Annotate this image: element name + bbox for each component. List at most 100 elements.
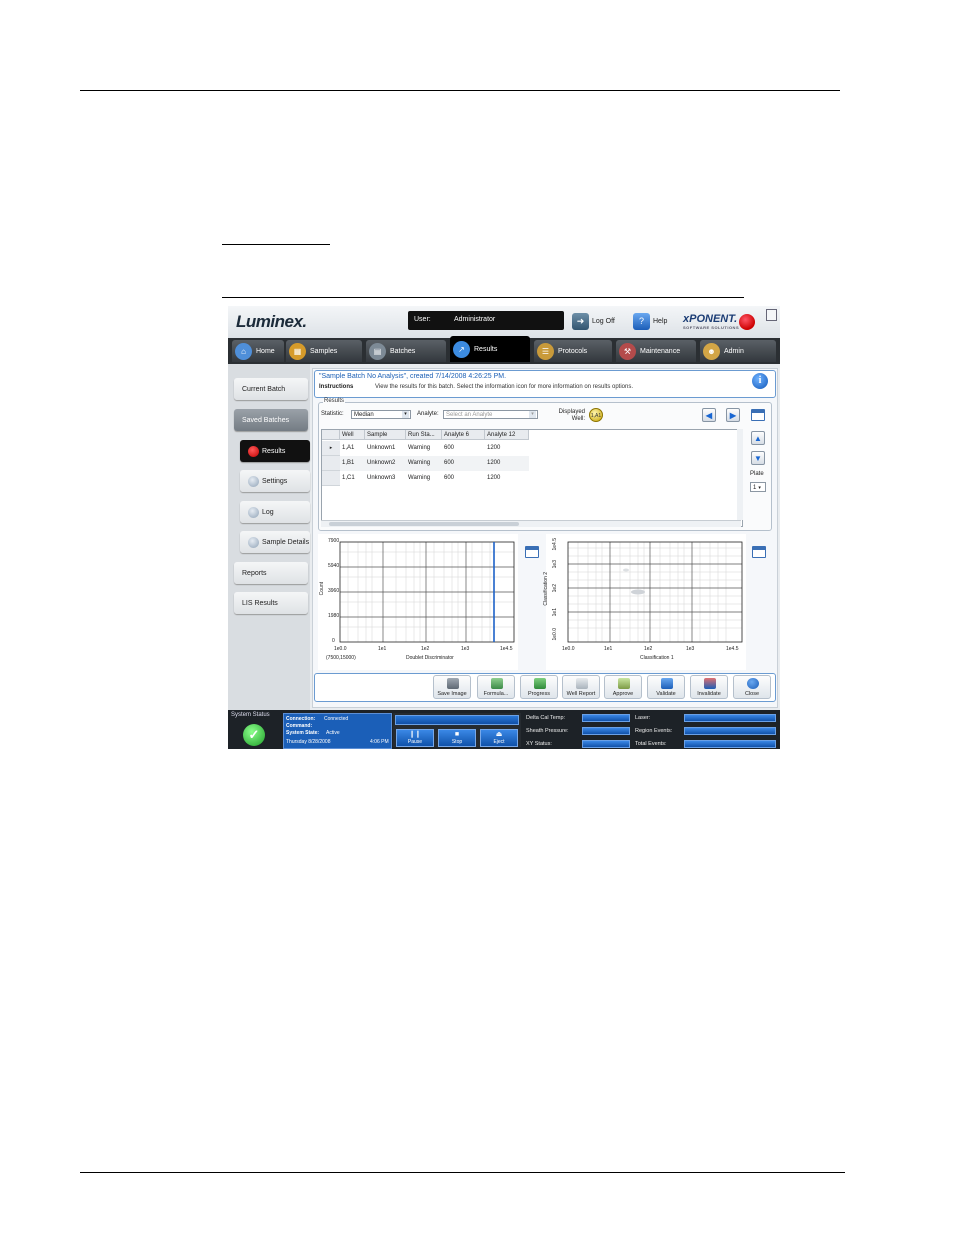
batch-title: "Sample Batch No Analysis", created 7/14…: [319, 373, 507, 380]
cell-analyte-6: 600: [444, 445, 455, 451]
formula-button[interactable]: Formula...: [477, 675, 515, 699]
column-header-analyte-6[interactable]: Analyte 6: [442, 430, 485, 440]
system-state-label: System State:: [286, 730, 320, 736]
arrow-left-icon: ◀: [705, 410, 713, 420]
sidebar-item-saved-batches[interactable]: Saved Batches: [234, 409, 308, 431]
invalidate-icon: [704, 678, 716, 689]
tab-batches[interactable]: ▤ Batches: [366, 340, 446, 362]
tab-samples[interactable]: ▦ Samples: [286, 340, 362, 362]
region-events-bar: [684, 727, 776, 735]
chevron-down-icon: ▾: [758, 485, 761, 491]
sidebar-item-results[interactable]: Results: [240, 440, 310, 462]
validate-button[interactable]: Validate: [647, 675, 685, 699]
date-text: Thursday 8/28/2008: [286, 739, 331, 745]
row-selector[interactable]: [322, 471, 340, 486]
y-tick-label: 1e1: [552, 608, 558, 617]
y-tick-label: 0: [332, 638, 335, 644]
status-bar: System Status ✓ Connection: Connected Co…: [228, 710, 780, 749]
help-label: Help: [653, 317, 668, 325]
grid-vertical-scrollbar[interactable]: [737, 429, 743, 520]
maximize-histogram-button[interactable]: [525, 546, 539, 558]
classification-dot-plot[interactable]: 1e4.5 1e3 1e2 Classification 2 1e1 1e0.0…: [543, 534, 746, 670]
sidebar-item-current-batch[interactable]: Current Batch: [234, 378, 308, 400]
cell-run-status: Warning: [408, 475, 431, 481]
footer-rule: [80, 1172, 845, 1173]
next-well-button[interactable]: ▶: [726, 408, 740, 422]
sidebar-item-reports[interactable]: Reports: [234, 562, 308, 584]
column-header-sample[interactable]: Sample: [365, 430, 406, 440]
tab-home[interactable]: ⌂ Home: [232, 340, 284, 362]
close-icon: [747, 678, 759, 689]
x-axis-title: Classification 1: [640, 655, 674, 661]
x-tick-label: 1e3: [461, 646, 470, 652]
maximize-grid-button[interactable]: [751, 409, 765, 421]
x-tick-label: 1e0.0: [334, 646, 347, 652]
sidebar-item-lis-results[interactable]: LIS Results: [234, 592, 308, 614]
tab-home-label: Home: [256, 347, 275, 355]
y-axis-title: Count: [319, 582, 325, 596]
tool-label: Invalidate: [697, 691, 721, 697]
statistic-value: Median: [354, 412, 374, 418]
total-events-bar: [684, 740, 776, 748]
column-header-run-status[interactable]: Run Sta...: [406, 430, 442, 440]
grid-horizontal-scrollbar[interactable]: [321, 520, 741, 527]
column-header-analyte-12[interactable]: Analyte 12: [485, 430, 529, 440]
total-events-label: Total Events:: [635, 741, 667, 747]
invalidate-button[interactable]: Invalidate: [690, 675, 728, 699]
y-tick-label: 5940: [328, 563, 340, 569]
tab-maintenance[interactable]: ⚒ Maintenance: [616, 340, 696, 362]
sidebar-item-log[interactable]: Log: [240, 501, 310, 523]
calculator-icon: [491, 678, 503, 689]
cell-well: 1,B1: [342, 460, 355, 466]
cell-analyte-6: 600: [444, 460, 455, 466]
help-button[interactable]: ? Help: [633, 312, 667, 330]
close-button[interactable]: Close: [733, 675, 771, 699]
analyte-select[interactable]: Select an Analyte ▾: [443, 410, 538, 419]
settings-dot-icon: [248, 475, 259, 487]
column-header-well[interactable]: Well: [340, 430, 365, 440]
plate-select[interactable]: 1 ▾: [750, 482, 766, 492]
maximize-dot-plot-button[interactable]: [752, 546, 766, 558]
row-selector[interactable]: [322, 456, 340, 471]
tab-admin[interactable]: ☻ Admin: [700, 340, 776, 362]
doublet-histogram[interactable]: 7900 5940 3960 Count 1980 0 1e0.0 1e1 1e…: [318, 534, 518, 670]
sidebar-item-label: Saved Batches: [242, 416, 290, 424]
save-image-button[interactable]: Save Image: [433, 675, 471, 699]
pause-button[interactable]: ❙❙ Pause: [396, 729, 434, 747]
eject-button[interactable]: ⏏ Eject: [480, 729, 518, 747]
user-label: User:: [414, 316, 431, 323]
sidebar-item-settings[interactable]: Settings: [240, 470, 310, 492]
logoff-button[interactable]: ➜ Log Off: [572, 312, 615, 330]
tab-results[interactable]: ↗ Results: [450, 336, 530, 362]
analyte-placeholder: Select an Analyte: [446, 412, 493, 418]
instructions-panel: "Sample Batch No Analysis", created 7/14…: [314, 370, 776, 398]
grid-corner: [322, 430, 340, 440]
info-icon[interactable]: i: [752, 373, 768, 389]
top-bar: Luminex. User: Administrator ➜ Log Off ?…: [228, 306, 780, 338]
system-status-label: System Status: [231, 712, 270, 718]
tab-batches-label: Batches: [390, 347, 416, 355]
tab-protocols[interactable]: ☰ Protocols: [534, 340, 612, 362]
scroll-down-button[interactable]: ▼: [751, 451, 765, 465]
window-menu-icon[interactable]: [766, 309, 777, 321]
run-progress-bar: [395, 715, 519, 725]
statistic-select[interactable]: Median ▾: [351, 410, 411, 419]
x-axis-title: Doublet Discriminator: [406, 655, 454, 661]
tab-admin-label: Admin: [724, 347, 744, 355]
progress-button[interactable]: Progress: [520, 675, 558, 699]
report-icon: [576, 678, 588, 689]
stop-button[interactable]: ■ Stop: [438, 729, 476, 747]
x-tick-label: 1e2: [421, 646, 430, 652]
well-report-button[interactable]: Well Report: [562, 675, 600, 699]
sidebar-item-label: Settings: [262, 477, 288, 485]
tool-label: Save Image: [437, 691, 467, 697]
previous-well-button[interactable]: ◀: [702, 408, 716, 422]
y-tick-label: 7900: [328, 538, 340, 544]
approve-button[interactable]: Approve: [604, 675, 642, 699]
row-selector[interactable]: ▸: [322, 441, 340, 456]
stop-icon[interactable]: [739, 314, 755, 330]
scroll-thumb[interactable]: [329, 522, 519, 526]
checkmark-icon[interactable]: ✓: [243, 724, 265, 746]
scroll-up-button[interactable]: ▲: [751, 431, 765, 445]
sidebar-item-sample-details[interactable]: Sample Details: [240, 531, 310, 553]
